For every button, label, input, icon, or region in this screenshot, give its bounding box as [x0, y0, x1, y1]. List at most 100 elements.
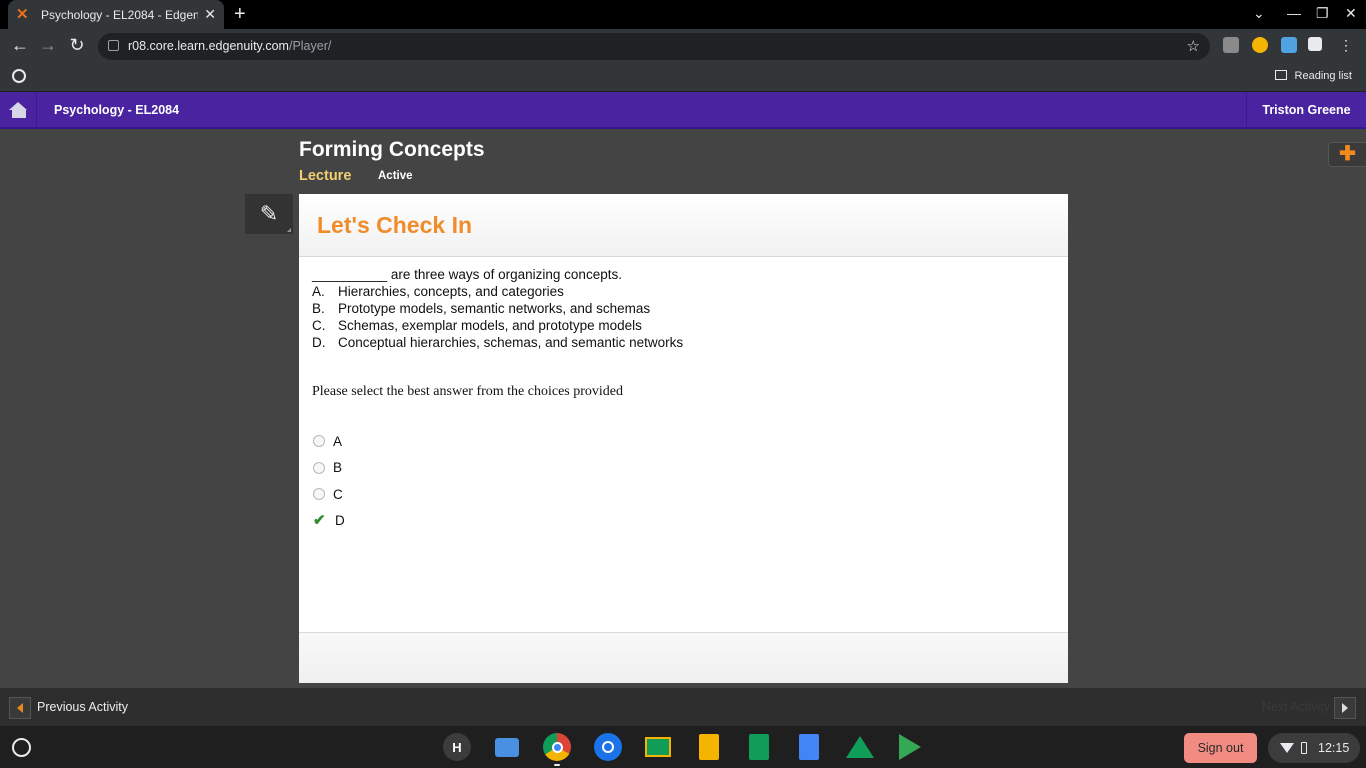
- lesson-type: Lecture: [299, 168, 352, 184]
- home-icon-body: [12, 110, 26, 118]
- option-letter: D.: [312, 335, 326, 350]
- option-b: B. Prototype models, semantic networks, a…: [312, 300, 683, 317]
- option-text: Schemas, exemplar models, and prototype …: [338, 318, 642, 333]
- option-a: A. Hierarchies, concepts, and categories: [312, 283, 683, 300]
- question-block: __________ are three ways of organizing …: [312, 266, 683, 351]
- clock-time: 12:15: [1318, 741, 1350, 755]
- arrow-left-icon: [17, 703, 23, 713]
- wifi-icon: [1280, 743, 1294, 753]
- tab-title: Psychology - EL2084 - Edgenuity: [40, 7, 199, 22]
- chrome-app-icon[interactable]: [543, 733, 571, 761]
- next-activity-label: Next Activity: [1261, 700, 1330, 714]
- new-tab-icon[interactable]: +: [234, 4, 246, 24]
- bookmark-bar: Reading list: [0, 64, 1366, 92]
- edgenuity-favicon-icon: ✕: [16, 5, 29, 23]
- url-text: r08.core.learn.edgenuity.com/Player/: [128, 39, 331, 53]
- option-letter: C.: [312, 318, 326, 333]
- check-in-panel: Let's Check In __________ are three ways…: [299, 194, 1068, 683]
- choice-c[interactable]: C: [313, 481, 345, 508]
- browser-tab[interactable]: ✕ Psychology - EL2084 - Edgenuity ✕: [8, 0, 224, 29]
- answer-instruction: Please select the best answer from the c…: [312, 384, 624, 399]
- bookmark-globe-icon[interactable]: [12, 69, 26, 83]
- url-host: r08.core.learn.edgenuity.com: [128, 39, 289, 53]
- bookmark-star-icon[interactable]: ☆: [1187, 37, 1200, 55]
- close-window-icon[interactable]: ✕: [1345, 5, 1357, 22]
- panel-footer: [299, 632, 1068, 683]
- extensions-puzzle-icon[interactable]: [1308, 37, 1322, 51]
- expand-plus-button[interactable]: ✚: [1328, 142, 1366, 167]
- minimize-icon[interactable]: —: [1287, 5, 1301, 21]
- sign-out-button[interactable]: Sign out: [1184, 733, 1257, 763]
- option-text: Conceptual hierarchies, schemas, and sem…: [338, 335, 684, 350]
- panel-header: Let's Check In: [299, 194, 1068, 257]
- reading-list-button[interactable]: Reading list: [1274, 70, 1352, 82]
- option-c: C. Schemas, exemplar models, and prototyp…: [312, 317, 683, 334]
- status-tray[interactable]: 12:15: [1268, 733, 1360, 763]
- choice-b[interactable]: B: [313, 455, 345, 482]
- choice-label: C: [333, 486, 343, 502]
- forward-icon[interactable]: →: [37, 35, 59, 56]
- browser-toolbar: ← → ↻ r08.core.learn.edgenuity.com/Playe…: [0, 29, 1366, 64]
- option-letter: A.: [312, 284, 325, 299]
- next-activity-button[interactable]: [1334, 697, 1356, 719]
- play-store-app-icon[interactable]: [896, 733, 924, 761]
- home-icon: [9, 102, 27, 110]
- option-text: Hierarchies, concepts, and categories: [338, 284, 564, 299]
- activity-nav-bar: Previous Activity Next Activity: [0, 688, 1366, 726]
- option-text: Prototype models, semantic networks, and…: [338, 301, 651, 316]
- address-bar[interactable]: r08.core.learn.edgenuity.com/Player/ ☆: [98, 33, 1210, 60]
- classroom-app-icon[interactable]: [644, 733, 672, 761]
- url-path: /Player/: [288, 39, 332, 53]
- checkmark-icon[interactable]: ✔: [313, 513, 327, 528]
- reading-list-label: Reading list: [1294, 70, 1352, 82]
- os-shelf: H Sign out 12:15: [0, 726, 1366, 768]
- browser-tab-strip: ✕ Psychology - EL2084 - Edgenuity ✕ + ⌄ …: [0, 0, 1366, 29]
- previous-activity-label[interactable]: Previous Activity: [37, 700, 128, 714]
- notes-button[interactable]: ✎: [245, 194, 293, 234]
- option-letter: B.: [312, 301, 325, 316]
- choice-label: D: [335, 513, 345, 529]
- sheets-app-icon[interactable]: [745, 733, 773, 761]
- drive-app-icon[interactable]: [846, 733, 874, 761]
- arrow-right-icon: [1342, 703, 1348, 713]
- lesson-status: Active: [378, 170, 413, 182]
- choice-d[interactable]: ✔ D: [313, 508, 345, 535]
- option-d: D. Conceptual hierarchies, schemas, and s…: [312, 334, 683, 351]
- running-indicator: [554, 764, 560, 766]
- launcher-icon[interactable]: [12, 738, 31, 757]
- course-title: Psychology - EL2084: [54, 103, 180, 117]
- answer-choices: A B C ✔ D: [313, 428, 345, 534]
- course-header: Psychology - EL2084 Triston Greene: [0, 92, 1366, 129]
- choice-a[interactable]: A: [313, 428, 345, 455]
- back-icon[interactable]: ←: [9, 35, 31, 56]
- radio-unchecked-icon[interactable]: [313, 488, 325, 501]
- extension-cast-icon[interactable]: [1223, 37, 1239, 53]
- extension-compass-icon[interactable]: [1252, 37, 1268, 53]
- user-menu[interactable]: Triston Greene: [1246, 92, 1366, 128]
- home-button[interactable]: [0, 92, 37, 128]
- reload-icon[interactable]: ↻: [66, 35, 88, 56]
- camera-app-icon[interactable]: [594, 733, 622, 761]
- question-text: __________ are three ways of organizing …: [312, 267, 622, 282]
- radio-unchecked-icon[interactable]: [313, 435, 325, 448]
- extension-print-icon[interactable]: [1281, 37, 1297, 53]
- docs-app-icon[interactable]: [795, 733, 823, 761]
- site-info-icon[interactable]: [108, 40, 119, 51]
- lesson-title: Forming Concepts: [299, 138, 485, 161]
- reading-list-icon: [1274, 70, 1287, 80]
- pencil-icon: ✎: [259, 201, 279, 226]
- close-tab-icon[interactable]: ✕: [204, 6, 216, 23]
- previous-activity-button[interactable]: [9, 697, 31, 719]
- restore-icon[interactable]: ❐: [1316, 5, 1329, 22]
- choice-label: B: [333, 460, 343, 476]
- files-app-icon[interactable]: [493, 733, 521, 761]
- slides-app-icon[interactable]: [695, 733, 723, 761]
- radio-unchecked-icon[interactable]: [313, 461, 325, 474]
- corner-indicator: [287, 228, 291, 232]
- panel-heading: Let's Check In: [317, 212, 473, 238]
- tab-search-icon[interactable]: ⌄: [1253, 5, 1265, 22]
- choice-label: A: [333, 433, 343, 449]
- menu-kebab-icon[interactable]: ⋮: [1335, 37, 1357, 54]
- battery-icon: [1301, 742, 1307, 754]
- app-h-icon[interactable]: H: [443, 733, 471, 761]
